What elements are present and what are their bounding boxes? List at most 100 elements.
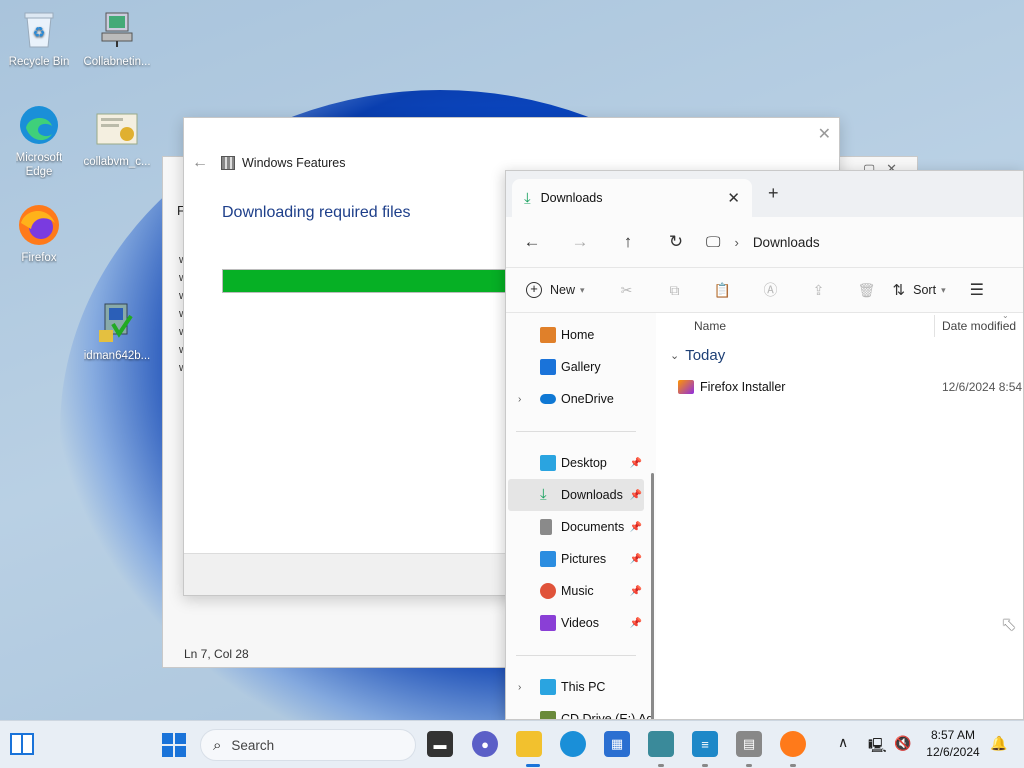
column-divider[interactable] xyxy=(934,315,935,337)
firefox-taskbar-icon[interactable] xyxy=(780,731,806,757)
clock-time: 8:57 AM xyxy=(930,728,976,742)
file-row-firefox-installer[interactable]: Firefox Installer 12/6/2024 8:54 A xyxy=(678,376,1023,398)
sidebar-item-gallery[interactable]: Gallery xyxy=(508,351,644,383)
recycle-bin-icon: ♻ xyxy=(16,6,62,52)
documents-icon xyxy=(540,519,552,535)
desktop-icon-recycle-bin[interactable]: ♻ Recycle Bin xyxy=(0,6,78,69)
sidebar-item-desktop[interactable]: Desktop 📌 xyxy=(508,447,644,479)
paste-icon[interactable]: 📋 xyxy=(699,282,747,299)
file-explorer-taskbar-icon[interactable] xyxy=(516,731,542,757)
forward-icon[interactable]: → xyxy=(556,232,604,252)
monitor-icon: 🖵 xyxy=(706,233,721,251)
back-arrow-icon[interactable]: ← xyxy=(192,154,208,172)
sidebar-item-this-pc[interactable]: › This PC xyxy=(508,671,644,703)
desktop-icon-firefox[interactable]: Firefox xyxy=(0,202,78,265)
sidebar-item-documents[interactable]: Documents 📌 xyxy=(508,511,644,543)
onedrive-icon xyxy=(540,394,556,404)
windows-features-icon xyxy=(221,156,235,170)
nav-scrollbar[interactable] xyxy=(651,473,654,719)
chat-icon[interactable]: ● xyxy=(472,731,498,757)
sidebar-item-pictures[interactable]: Pictures 📌 xyxy=(508,543,644,575)
computer-network-icon xyxy=(94,6,140,52)
refresh-icon[interactable]: ↻ xyxy=(652,232,700,252)
cut-icon[interactable]: ✂ xyxy=(603,282,651,299)
new-button[interactable]: + New ▾ xyxy=(526,282,585,298)
volume-muted-icon[interactable]: 🔇 xyxy=(894,735,911,752)
view-options-icon[interactable]: ☰ xyxy=(970,280,984,300)
desktop-icon-idman[interactable]: idman642b... xyxy=(78,300,156,363)
pin-icon: 📌 xyxy=(629,521,642,533)
installer-icon xyxy=(94,300,140,346)
music-icon xyxy=(540,583,556,599)
sidebar-item-onedrive[interactable]: › OneDrive xyxy=(508,383,644,415)
up-icon[interactable]: ↑ xyxy=(604,232,652,252)
sort-button[interactable]: ⇅ Sort ▾ xyxy=(893,281,946,299)
sidebar-item-music[interactable]: Music 📌 xyxy=(508,575,644,607)
mouse-cursor-icon: ⬉ xyxy=(1001,614,1017,634)
pin-icon: 📌 xyxy=(629,489,642,501)
taskbar-clock[interactable]: 8:57 AM 12/6/2024 xyxy=(922,727,984,761)
chevron-right-icon: › xyxy=(734,234,739,250)
control-panel-icon[interactable] xyxy=(648,731,674,757)
search-icon: ⌕ xyxy=(213,736,222,754)
back-icon[interactable]: ← xyxy=(508,232,556,252)
edge-taskbar-icon[interactable] xyxy=(560,731,586,757)
nav-divider xyxy=(516,655,636,656)
pin-icon: 📌 xyxy=(629,457,642,469)
copy-icon[interactable]: ⧉ xyxy=(651,282,699,299)
new-tab-icon[interactable]: + xyxy=(768,183,779,204)
task-view-icon[interactable]: ▬ xyxy=(427,731,453,757)
file-explorer-window[interactable]: ⤓ Downloads ✕ + ← → ↑ ↻ 🖵 › Downloads + … xyxy=(505,170,1024,720)
taskbar-search[interactable]: ⌕ Search xyxy=(200,729,416,761)
chevron-right-icon[interactable]: › xyxy=(518,682,521,693)
pin-icon: 📌 xyxy=(629,585,642,597)
running-indicator xyxy=(658,764,664,767)
command-bar: + New ▾ ✂ ⧉ 📋 Ⓐ ⇪ 🗑 ⇅ Sort ▾ ☰ xyxy=(506,267,1023,313)
edge-icon xyxy=(16,102,62,148)
store-icon[interactable]: ▦ xyxy=(604,731,630,757)
chevron-right-icon[interactable]: › xyxy=(518,394,521,405)
this-pc-icon xyxy=(540,679,556,695)
close-tab-icon[interactable]: ✕ xyxy=(727,189,740,207)
sort-label: Sort xyxy=(913,283,937,297)
share-icon[interactable]: ⇪ xyxy=(795,282,843,299)
desktop-icon-edge[interactable]: Microsoft Edge xyxy=(0,102,78,179)
column-header-date[interactable]: Date modified xyxy=(942,319,1016,333)
firefox-icon xyxy=(16,202,62,248)
desktop-icon-collabvm-cert[interactable]: collabvm_c... xyxy=(78,106,156,169)
group-header-today[interactable]: ⌄ Today xyxy=(670,347,725,364)
dialog-title: Windows Features xyxy=(242,156,346,170)
tab-bar: ⤓ Downloads ✕ + xyxy=(506,171,1023,217)
tab-label: Downloads xyxy=(540,191,603,205)
file-list: Name ⌄ Date modified ⌄ Today Firefox Ins… xyxy=(666,311,1023,719)
sort-arrows-icon: ⇅ xyxy=(892,282,906,299)
network-icon[interactable]: 🖳 xyxy=(868,735,887,759)
start-button[interactable] xyxy=(162,733,186,757)
active-indicator xyxy=(526,764,540,767)
pin-icon: 📌 xyxy=(629,553,642,565)
notepad-taskbar-icon[interactable]: ≡ xyxy=(692,731,718,757)
progress-fill xyxy=(223,270,552,292)
show-hidden-icons-icon[interactable]: ∧ xyxy=(838,734,848,751)
desktop-icon-collabnet[interactable]: Collabnetin... xyxy=(78,6,156,69)
svg-text:♻: ♻ xyxy=(33,24,46,40)
breadcrumb[interactable]: 🖵 › Downloads xyxy=(706,234,820,251)
delete-icon[interactable]: 🗑 xyxy=(843,282,891,299)
nav-divider xyxy=(516,431,636,432)
close-icon[interactable]: ✕ xyxy=(818,124,831,144)
sidebar-item-videos[interactable]: Videos 📌 xyxy=(508,607,644,639)
pictures-icon xyxy=(540,551,556,567)
breadcrumb-downloads[interactable]: Downloads xyxy=(753,235,820,250)
sidebar-item-home[interactable]: Home xyxy=(508,319,644,351)
desktop-icon-label: collabvm_c... xyxy=(83,156,151,168)
cd-drive-icon xyxy=(540,711,556,719)
tab-downloads[interactable]: ⤓ Downloads ✕ xyxy=(512,179,752,217)
sidebar-item-cd-drive[interactable]: ⌄ CD Drive (E:) Ad xyxy=(508,703,654,719)
widgets-icon[interactable] xyxy=(10,733,34,755)
windows-features-taskbar-icon[interactable]: ▤ xyxy=(736,731,762,757)
rename-icon[interactable]: Ⓐ xyxy=(747,280,795,300)
column-header-name[interactable]: Name xyxy=(694,319,726,333)
sidebar-item-downloads[interactable]: ⤓ Downloads 📌 xyxy=(508,479,644,511)
gallery-icon xyxy=(540,359,556,375)
notifications-icon[interactable]: 🔔 xyxy=(990,735,1007,752)
